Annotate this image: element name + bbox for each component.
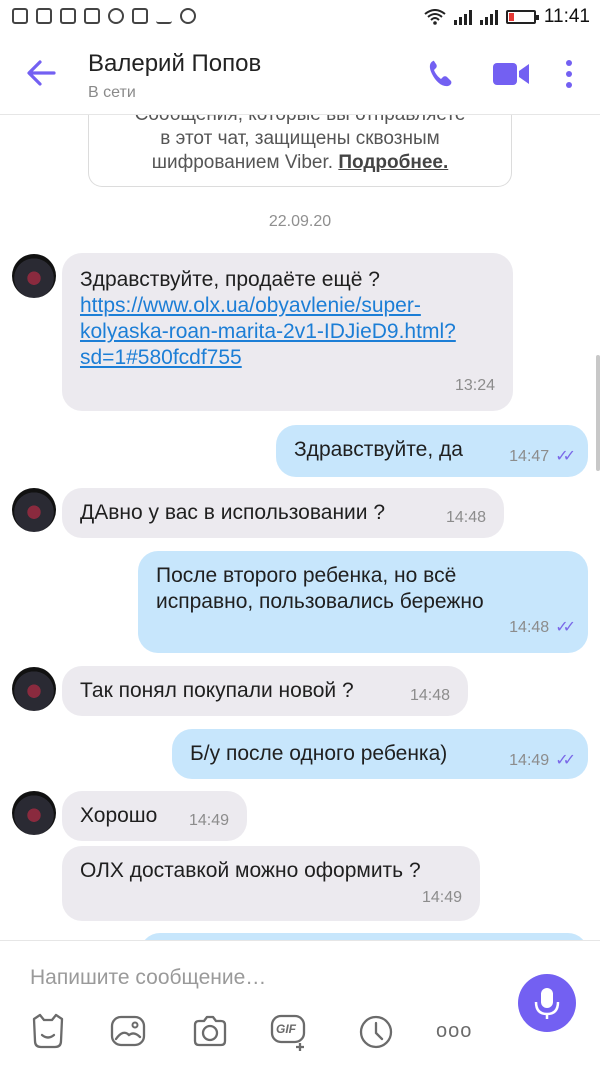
- contact-status: В сети: [88, 84, 136, 101]
- image-notification-icon: [132, 8, 148, 24]
- gallery-icon[interactable]: [108, 1011, 148, 1051]
- signal-icon-2: [479, 9, 498, 25]
- outgoing-message[interactable]: После второго ребенка, но всё исправно, …: [138, 551, 588, 653]
- more-vertical-icon[interactable]: [564, 58, 574, 90]
- read-ticks-icon: ✓✓: [555, 752, 576, 769]
- incoming-message[interactable]: Здравствуйте, продаёте ещё ? https://www…: [62, 253, 513, 411]
- notice-line: Сообщения, которые вы отправляете: [89, 115, 511, 127]
- download-notification-icon: [156, 8, 172, 24]
- message-time: 14:49: [421, 889, 462, 906]
- contact-name[interactable]: Валерий Попов: [88, 50, 261, 78]
- chat-header: Валерий Попов В сети: [0, 34, 600, 115]
- battery-icon: [505, 10, 539, 24]
- camera-icon[interactable]: [190, 1011, 230, 1051]
- incoming-message[interactable]: Хорошо 14:49: [62, 791, 247, 841]
- gmail-notification-icon: [60, 8, 76, 24]
- read-ticks-icon: ✓✓: [555, 448, 576, 465]
- message-text: исправно, пользовались бережно: [156, 590, 484, 613]
- microphone-icon: [534, 988, 560, 1019]
- status-time: 11:41: [543, 6, 590, 27]
- telegram-notification-icon: [108, 8, 124, 24]
- message-link[interactable]: https://www.olx.ua/obyavlenie/super-: [80, 293, 495, 319]
- messenger-notification-icon: [36, 8, 52, 24]
- incoming-message[interactable]: ОЛХ доставкой можно оформить ? 14:49: [62, 846, 480, 921]
- gif-icon[interactable]: GIF: [270, 1011, 310, 1051]
- avatar[interactable]: [12, 791, 56, 835]
- message-notification-icon: [12, 8, 28, 24]
- outgoing-message[interactable]: Б/у после одного ребенка) 14:49 ✓✓: [172, 729, 588, 779]
- message-text: Здравствуйте, да: [294, 438, 463, 461]
- message-text: ДАвно у вас в использовании ?: [80, 501, 386, 524]
- encryption-notice: Сообщения, которые вы отправляете в этот…: [88, 115, 512, 187]
- date-separator: 22.09.20: [268, 213, 332, 230]
- wifi-icon: [424, 9, 446, 25]
- voice-message-button[interactable]: [518, 974, 576, 1032]
- message-time: 14:48: [409, 687, 450, 704]
- more-horizontal-icon[interactable]: ooo: [436, 1011, 476, 1051]
- gif-label: GIF: [276, 1022, 296, 1036]
- status-bar: 11:41: [0, 0, 600, 34]
- message-time: 14:49: [509, 752, 550, 769]
- avatar[interactable]: [12, 667, 56, 711]
- message-text: ОЛХ доставкой можно оформить ?: [80, 859, 421, 882]
- message-input[interactable]: [30, 963, 500, 993]
- signal-icon-1: [453, 9, 472, 25]
- avatar[interactable]: [12, 254, 56, 298]
- notice-line: шифрованием Viber.: [151, 152, 334, 173]
- chat-scrollbar[interactable]: [596, 355, 600, 471]
- video-icon[interactable]: [492, 58, 530, 90]
- phone-icon[interactable]: [426, 58, 454, 90]
- chat-area[interactable]: Сообщения, которые вы отправляете в этот…: [0, 115, 600, 940]
- message-time: 13:24: [454, 377, 495, 394]
- message-time: 14:47: [509, 448, 550, 465]
- message-text: После второго ребенка, но всё: [156, 564, 457, 587]
- incoming-message[interactable]: ДАвно у вас в использовании ? 14:48: [62, 488, 504, 538]
- message-text: Б/у после одного ребенка): [190, 742, 448, 765]
- message-link[interactable]: sd=1#580fcdf755: [80, 345, 495, 371]
- message-link[interactable]: kolyaska-roan-marita-2v1-IDJieD9.html?: [80, 319, 495, 345]
- message-composer: GIF ooo: [0, 940, 600, 1067]
- outgoing-message-partial[interactable]: [140, 933, 588, 940]
- alert-notification-icon: [84, 8, 100, 24]
- message-time: 14:48: [509, 619, 550, 636]
- learn-more-link[interactable]: Подробнее.: [338, 152, 448, 173]
- message-text: Здравствуйте, продаёте ещё ?: [80, 268, 380, 291]
- read-ticks-icon: ✓✓: [555, 619, 576, 636]
- more-notifications-icon: [180, 8, 196, 24]
- sticker-icon[interactable]: [28, 1011, 68, 1051]
- notice-line: в этот чат, защищены сквозным: [160, 128, 440, 149]
- notification-icons: [12, 8, 196, 24]
- outgoing-message[interactable]: Здравствуйте, да 14:47 ✓✓: [276, 425, 588, 477]
- message-time: 14:49: [188, 812, 229, 829]
- avatar[interactable]: [12, 488, 56, 532]
- incoming-message[interactable]: Так понял покупали новой ? 14:48: [62, 666, 468, 716]
- back-arrow-icon[interactable]: [24, 56, 58, 90]
- message-text: Хорошо: [80, 804, 158, 827]
- timer-icon[interactable]: [356, 1011, 396, 1051]
- message-time: 14:48: [445, 509, 486, 526]
- message-text: Так понял покупали новой ?: [80, 679, 354, 702]
